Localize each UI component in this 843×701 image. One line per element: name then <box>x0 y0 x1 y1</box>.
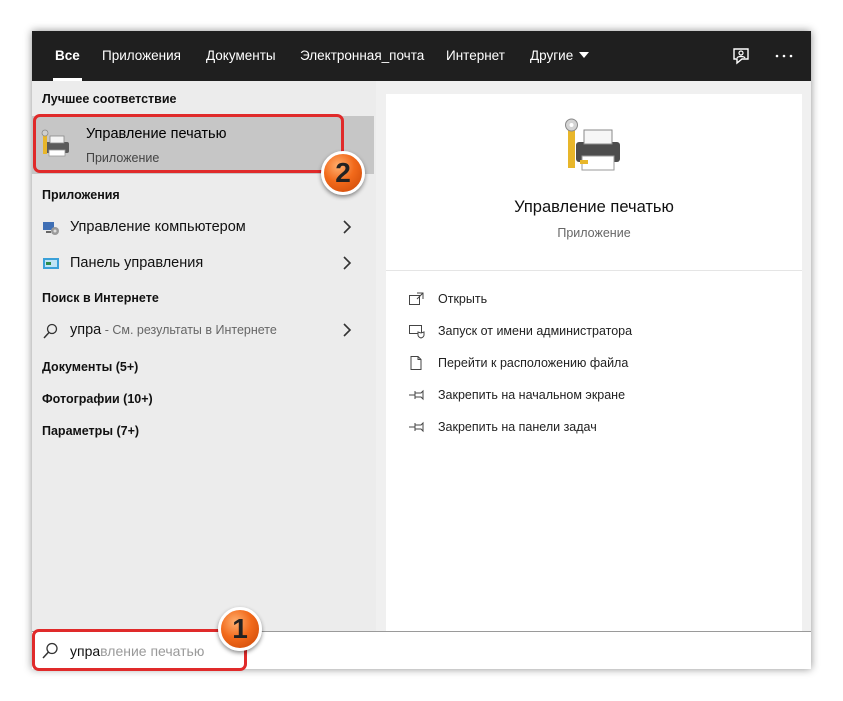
best-match-heading: Лучшее соответствие <box>42 92 177 106</box>
action-file-location[interactable]: Перейти к расположению файла <box>408 351 788 377</box>
chevron-down-icon <box>579 52 590 58</box>
control-panel-icon <box>42 256 60 272</box>
action-label: Закрепить на панели задач <box>438 420 597 434</box>
tab-documents[interactable]: Документы <box>206 31 276 81</box>
apps-heading: Приложения <box>42 188 120 202</box>
search-icon <box>42 323 60 339</box>
file-location-icon <box>408 355 426 371</box>
action-run-as-admin[interactable]: Запуск от имени администратора <box>408 319 788 345</box>
action-label: Перейти к расположению файла <box>438 356 629 370</box>
result-control-panel[interactable]: Панель управления <box>32 247 374 281</box>
preview-subtitle: Приложение <box>557 226 631 240</box>
web-hint: См. результаты в Интернете <box>112 323 277 337</box>
feedback-icon[interactable] <box>729 44 753 68</box>
highlight-search-box <box>32 629 247 671</box>
tab-other[interactable]: Другие <box>530 31 590 81</box>
result-label: Панель управления <box>70 255 204 271</box>
web-search-heading: Поиск в Интернете <box>42 291 159 305</box>
result-web-search[interactable]: упра - См. результаты в Интернете <box>32 314 374 348</box>
action-pin-taskbar[interactable]: Закрепить на панели задач <box>408 415 788 441</box>
search-tab-bar: Все Приложения Документы Электронная_поч… <box>32 31 811 81</box>
print-management-icon <box>562 114 626 178</box>
open-icon <box>408 291 426 307</box>
tab-all[interactable]: Все <box>53 31 82 81</box>
web-query: упра <box>70 322 102 338</box>
pin-icon <box>408 387 426 403</box>
step-badge-1: 1 <box>218 607 262 651</box>
result-computer-management[interactable]: Управление компьютером <box>32 211 374 245</box>
computer-management-icon <box>42 220 60 236</box>
settings-category[interactable]: Параметры (7+) <box>42 424 139 438</box>
action-label: Открыть <box>438 292 488 306</box>
divider <box>386 270 802 271</box>
action-label: Закрепить на начальном экране <box>438 388 626 402</box>
photos-category[interactable]: Фотографии (10+) <box>42 392 153 406</box>
chevron-right-icon[interactable] <box>340 321 354 339</box>
step-badge-2: 2 <box>321 151 365 195</box>
result-label: Управление компьютером <box>70 219 246 235</box>
highlight-best-match <box>33 114 344 173</box>
web-result-label: упра - См. результаты в Интернете <box>70 322 277 338</box>
chevron-right-icon[interactable] <box>340 254 354 272</box>
preview-title: Управление печатью <box>514 198 674 216</box>
run-as-admin-icon <box>408 323 426 339</box>
chevron-right-icon[interactable] <box>340 218 354 236</box>
action-pin-start[interactable]: Закрепить на начальном экране <box>408 383 788 409</box>
tab-internet[interactable]: Интернет <box>446 31 505 81</box>
more-options-icon[interactable] <box>772 44 796 68</box>
action-label: Запуск от имени администратора <box>438 324 633 338</box>
preview-panel: Управление печатью Приложение Открыть За… <box>386 94 802 631</box>
web-separator: - <box>101 323 113 337</box>
documents-category[interactable]: Документы (5+) <box>42 360 138 374</box>
tab-other-label: Другие <box>530 48 574 63</box>
action-open[interactable]: Открыть <box>408 287 788 313</box>
pin-icon <box>408 419 426 435</box>
tab-email[interactable]: Электронная_почта <box>300 31 424 81</box>
tab-apps[interactable]: Приложения <box>102 31 181 81</box>
